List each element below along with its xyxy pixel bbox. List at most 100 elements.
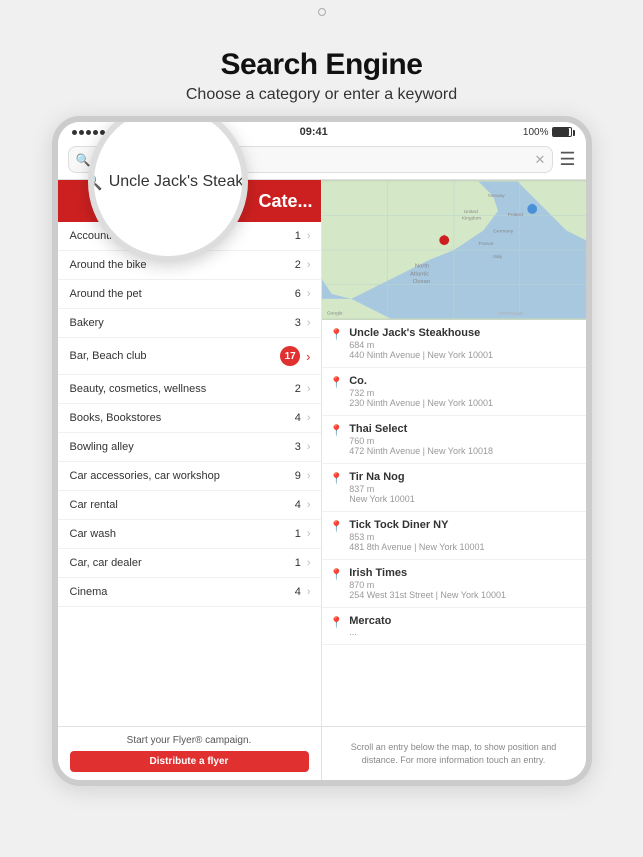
category-chevron-icon: › [307, 383, 311, 395]
category-item[interactable]: Car rental4 › [58, 491, 321, 520]
result-item[interactable]: 📍 Co.732 m230 Ninth Avenue | New York 100… [322, 368, 586, 416]
result-distance: 684 m [349, 340, 577, 350]
category-name: Bar, Beach club [70, 350, 281, 362]
category-count: 4 [295, 499, 301, 511]
svg-text:Norway: Norway [488, 193, 505, 199]
category-chevron-icon: › [307, 441, 311, 453]
category-count: 1 [295, 557, 301, 569]
category-name: Bakery [70, 317, 295, 329]
category-name: Car, car dealer [70, 557, 295, 569]
result-distance: 870 m [349, 580, 577, 590]
svg-text:France: France [478, 241, 493, 247]
category-name: Books, Bookstores [70, 412, 295, 424]
category-count: 1 [295, 528, 301, 540]
result-info: Irish Times870 m254 West 31st Street | N… [349, 567, 577, 600]
category-item[interactable]: Car wash1› [58, 520, 321, 549]
battery-icon [552, 127, 572, 137]
category-name: Around the bike [70, 259, 295, 271]
svg-text:Germany: Germany [493, 228, 514, 234]
result-address: 440 Ninth Avenue | New York 10001 [349, 350, 577, 360]
categories-list: Accounting1›Around the bike2›Around the … [58, 222, 321, 726]
category-count: 2 [295, 259, 301, 271]
result-info: Tick Tock Diner NY853 m481 8th Avenue | … [349, 519, 577, 552]
result-item[interactable]: 📍 Tick Tock Diner NY853 m481 8th Avenue |… [322, 512, 586, 560]
battery-percent: 100% [523, 127, 549, 138]
category-chevron-icon: › [307, 586, 311, 598]
result-address: 481 8th Avenue | New York 10001 [349, 542, 577, 552]
category-chevron-icon: › [306, 349, 310, 364]
svg-text:Poland: Poland [507, 212, 522, 218]
status-battery: 100% [523, 127, 572, 138]
category-count: 6 [295, 288, 301, 300]
result-info: Mercato... [349, 615, 577, 637]
result-distance: 837 m [349, 484, 577, 494]
category-count: 2 [295, 383, 301, 395]
hamburger-icon[interactable]: ☰ [559, 149, 575, 170]
category-chevron-icon: › [307, 412, 311, 424]
pin-icon: 📍 [330, 424, 344, 437]
category-chevron-icon: › [307, 317, 311, 329]
left-panel: Cate... Accounting1›Around the bike2›Aro… [58, 180, 322, 726]
pin-icon: 📍 [330, 376, 344, 389]
svg-text:North: North [414, 264, 428, 270]
distribute-button[interactable]: Distribute a flyer [70, 751, 309, 772]
pin-icon: 📍 [330, 616, 344, 629]
category-chevron-icon: › [307, 557, 311, 569]
tablet-frame: 🔍 Uncle Jack's Steakh 09:41 100% 🔍 Uncle… [52, 116, 592, 786]
category-item[interactable]: Car accessories, car workshop9› [58, 462, 321, 491]
right-panel: North Atlantic Ocean United Kingdom Pola… [322, 180, 586, 726]
result-name: Mercato [349, 615, 577, 627]
result-item[interactable]: 📍Irish Times870 m254 West 31st Street | … [322, 560, 586, 608]
magnifier-search-icon: 🔍 [88, 172, 103, 192]
result-info: Thai Select760 m472 Ninth Avenue | New Y… [349, 423, 577, 456]
category-count: 4 [295, 412, 301, 424]
svg-text:©2015 Google: ©2015 Google [498, 311, 523, 316]
pin-icon: 📍 [330, 328, 344, 341]
category-chevron-icon: › [307, 528, 311, 540]
result-item[interactable]: 📍 Uncle Jack's Steakhouse684 m440 Ninth A… [322, 320, 586, 368]
search-clear-icon[interactable]: ✕ [534, 152, 545, 168]
category-chevron-icon: › [307, 499, 311, 511]
result-distance: 760 m [349, 436, 577, 446]
category-count: 3 [295, 441, 301, 453]
category-item[interactable]: Bowling alley3 › [58, 433, 321, 462]
result-address: New York 10001 [349, 494, 577, 504]
result-distance: 732 m [349, 388, 577, 398]
result-name: Thai Select [349, 423, 577, 435]
bottom-right: Scroll an entry below the map, to show p… [322, 727, 586, 780]
category-item[interactable]: Bar, Beach club17 › [58, 338, 321, 375]
home-dot [318, 8, 326, 16]
category-item[interactable]: Cinema4› [58, 578, 321, 607]
status-time: 09:41 [300, 126, 328, 138]
result-info: Co.732 m230 Ninth Avenue | New York 1000… [349, 375, 577, 408]
category-count: 17 [280, 346, 300, 366]
category-item[interactable]: Beauty, cosmetics, wellness2› [58, 375, 321, 404]
category-chevron-icon: › [307, 230, 311, 242]
banner-text: Cate... [258, 191, 312, 212]
result-item[interactable]: 📍Tir Na Nog837 mNew York 10001 [322, 464, 586, 512]
result-item[interactable]: 📍 Thai Select760 m472 Ninth Avenue | New … [322, 416, 586, 464]
result-distance: 853 m [349, 532, 577, 542]
page-title: Search Engine [186, 48, 457, 82]
category-name: Car rental [70, 499, 295, 511]
category-item[interactable]: Bakery3› [58, 309, 321, 338]
search-icon: 🔍 [76, 153, 91, 167]
category-count: 9 [295, 470, 301, 482]
pin-icon: 📍 [330, 520, 344, 533]
category-name: Bowling alley [70, 441, 295, 453]
result-name: Irish Times [349, 567, 577, 579]
result-name: Tick Tock Diner NY [349, 519, 577, 531]
result-item[interactable]: 📍 Mercato... [322, 608, 586, 645]
svg-text:Google: Google [326, 311, 342, 317]
results-list: 📍 Uncle Jack's Steakhouse684 m440 Ninth A… [322, 320, 586, 726]
result-name: Co. [349, 375, 577, 387]
bottom-right-text: Scroll an entry below the map, to show p… [334, 741, 574, 766]
category-item[interactable]: Car, car dealer1 › [58, 549, 321, 578]
category-item[interactable]: Around the pet6› [58, 280, 321, 309]
bottom-left-text: Start your Flyer® campaign. [127, 735, 252, 746]
result-info: Uncle Jack's Steakhouse684 m440 Ninth Av… [349, 327, 577, 360]
magnifier-text: Uncle Jack's Steakh [109, 173, 248, 191]
category-count: 1 [295, 230, 301, 242]
result-address: ... [349, 627, 577, 637]
category-item[interactable]: Books, Bookstores4 › [58, 404, 321, 433]
